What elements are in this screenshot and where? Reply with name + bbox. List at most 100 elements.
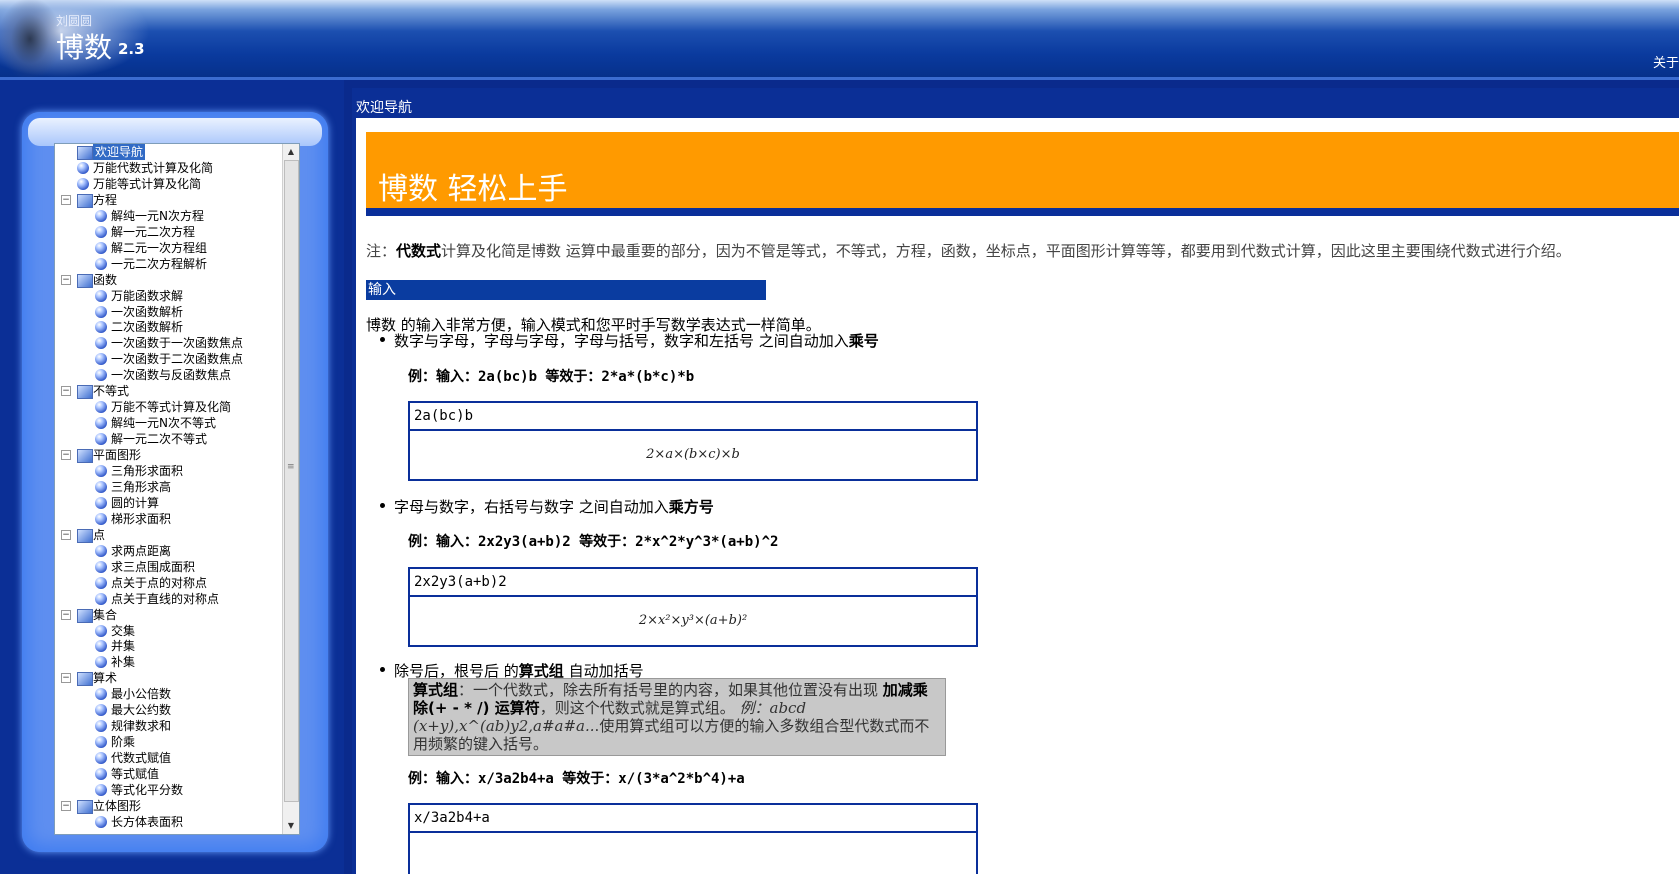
item-ball-icon	[95, 656, 107, 669]
tree-item-label: 求三点围成面积	[111, 559, 196, 574]
tree-item-label: 二次函数解析	[111, 320, 184, 335]
demo-input-field[interactable]: 2a(bc)b	[410, 403, 976, 431]
tree-item-label: 三角形求面积	[111, 464, 184, 478]
tree-item-label: 阶乘	[111, 735, 136, 750]
demo-output: 2×x²×y³×(a+b)²	[638, 613, 748, 628]
item-ball-icon	[95, 209, 107, 222]
item-ball-icon	[95, 592, 107, 605]
tree-item-label: 等式化平分数	[111, 783, 184, 797]
tree-item-label: 不等式	[93, 384, 130, 399]
bullet-item: 数字与字母，字母与字母，字母与括号，数字和左括号 之间自动加入乘号	[380, 330, 879, 351]
demo-box: 2a(bc)b 2×a×(b×c)×b	[408, 401, 978, 481]
tree-item-label: 一次函数于二次函数焦点	[111, 352, 244, 367]
about-link[interactable]: 关于	[1653, 52, 1679, 71]
item-ball-icon	[95, 241, 107, 254]
item-ball-icon	[95, 512, 107, 525]
folder-icon	[77, 799, 93, 814]
scroll-grip-icon: ≡	[287, 462, 295, 472]
demo-input-field[interactable]: x/3a2b4+a	[410, 805, 976, 833]
item-ball-icon	[95, 640, 107, 653]
sidebar-glow	[28, 118, 322, 146]
item-ball-icon	[95, 752, 107, 765]
example-text: 例：输入：2x2y3(a+b)2 等效于：2*x^2*y^3*(a+b)^2	[408, 534, 779, 550]
item-ball-icon	[77, 161, 89, 174]
scroll-up-icon[interactable]: ▲	[283, 144, 299, 160]
tree-item-label: 解纯一元N次方程	[111, 208, 204, 223]
collapse-icon[interactable]: −	[61, 800, 71, 811]
tree-item-label: 一次函数解析	[111, 304, 184, 319]
app-header: 刘圆圆 博数 2.3 关于	[0, 0, 1679, 78]
tree-item-label: 方程	[93, 192, 118, 207]
scroll-thumb[interactable]	[284, 160, 299, 802]
folder-icon	[77, 672, 93, 687]
folder-icon	[77, 385, 93, 400]
item-ball-icon	[95, 576, 107, 589]
bullet-text: 字母与数字，右括号与数字 之间自动加入	[394, 498, 669, 516]
definition-text: ：一个代数式，除去所有括号里的内容，如果其他位置没有出现	[458, 681, 883, 699]
item-ball-icon	[95, 401, 107, 414]
collapse-icon[interactable]: −	[61, 194, 71, 205]
tree-scrollbar[interactable]: ▲ ≡ ▼	[282, 144, 299, 834]
item-ball-icon	[95, 496, 107, 509]
tree-item-label: 欢迎导航	[93, 144, 146, 160]
navigation-tree[interactable]: 欢迎导航 万能代数式计算及化简 万能等式计算及化简 − 方程 解纯一元N次方程 解一元二次方…	[54, 143, 300, 835]
tree-item-label: 万能代数式计算及化简	[93, 160, 214, 175]
tree-item-label: 集合	[93, 607, 118, 622]
bullet-dot-icon	[380, 337, 385, 342]
scroll-down-icon[interactable]: ▼	[283, 818, 299, 834]
app-title: 博数	[56, 31, 113, 64]
banner: 博数 轻松上手	[366, 132, 1679, 216]
tree-item-label: 最大公约数	[111, 703, 172, 718]
item-ball-icon	[95, 337, 107, 350]
app-version: 2.3	[118, 40, 145, 58]
bullet-text: 数字与字母，字母与字母，字母与括号，数字和左括号 之间自动加入	[394, 332, 849, 350]
item-ball-icon	[95, 465, 107, 477]
item-ball-icon	[95, 480, 107, 493]
tree-item-label: 万能等式计算及化简	[93, 176, 202, 191]
content-title: 欢迎导航	[356, 100, 412, 116]
item-ball-icon	[95, 353, 107, 366]
collapse-icon[interactable]: −	[61, 450, 71, 461]
tree-item-label: 一次函数于一次函数焦点	[111, 336, 244, 351]
tree-item-label: 梯形求面积	[111, 511, 172, 526]
bullet-dot-icon	[380, 503, 385, 508]
definition-box: 算式组：一个代数式，除去所有括号里的内容，如果其他位置没有出现 加减乘除(+ -…	[408, 678, 946, 756]
collapse-icon[interactable]: −	[61, 386, 71, 397]
bullet-bold: 乘方号	[668, 498, 714, 516]
collapse-icon[interactable]: −	[61, 274, 71, 285]
bullet-item: 字母与数字，右括号与数字 之间自动加入乘方号	[380, 496, 714, 517]
content-title-bar: 欢迎导航	[354, 97, 1679, 119]
tree-item-label: 函数	[93, 272, 118, 287]
tree-item-label: 规律数求和	[111, 719, 172, 734]
tree-item-label: 最小公倍数	[111, 687, 172, 702]
home-icon	[77, 146, 93, 160]
collapse-icon[interactable]: −	[61, 673, 71, 684]
note-rest: 计算及化简是博数 运算中最重要的部分，因为不管是等式，不等式，方程，函数，坐标点…	[441, 242, 1571, 260]
content-pane: 博数 轻松上手 注：代数式计算及化简是博数 运算中最重要的部分，因为不管是等式，…	[356, 118, 1679, 874]
item-ball-icon	[95, 815, 107, 828]
item-ball-icon	[95, 544, 107, 557]
tree-item-label: 交集	[111, 623, 136, 638]
collapse-icon[interactable]: −	[61, 529, 71, 540]
tree-item-label: 平面图形	[93, 448, 142, 463]
item-ball-icon	[77, 177, 89, 190]
tree-item-label: 解纯一元N次不等式	[111, 416, 216, 431]
tree-item-label: 圆的计算	[111, 495, 160, 510]
item-ball-icon	[95, 768, 107, 781]
item-ball-icon	[95, 784, 107, 796]
tree-item-label: 一元二次方程解析	[111, 256, 208, 271]
bullet-bold: 乘号	[848, 332, 879, 350]
collapse-icon[interactable]: −	[61, 609, 71, 620]
tree-item-label: 一次函数与反函数焦点	[111, 368, 232, 383]
bullet-dot-icon	[380, 667, 385, 672]
demo-input-field[interactable]: 2x2y3(a+b)2	[410, 569, 976, 597]
item-ball-icon	[95, 289, 107, 302]
item-ball-icon	[95, 369, 107, 382]
item-ball-icon	[95, 321, 107, 334]
tree-item-label: 点关于点的对称点	[111, 575, 208, 590]
tree-item-label: 万能不等式计算及化简	[111, 400, 232, 415]
tree-item-label: 求两点距离	[111, 543, 172, 558]
tree-item-label: 补集	[111, 655, 136, 670]
item-ball-icon	[95, 305, 107, 318]
tree-item-label: 点	[93, 527, 106, 542]
